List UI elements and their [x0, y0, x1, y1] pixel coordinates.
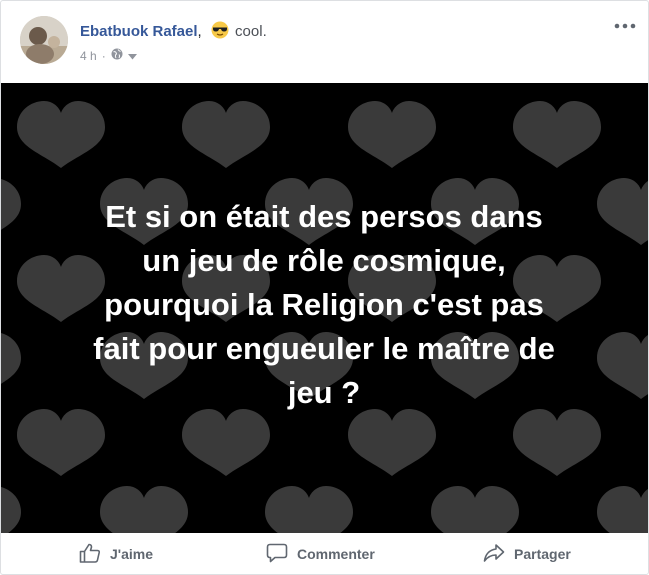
- author-name[interactable]: Ebatbuok Rafael: [80, 23, 198, 40]
- sunglasses-emoji-icon: [211, 21, 229, 39]
- feeling-text: cool.: [235, 23, 267, 40]
- comment-button[interactable]: Commenter: [266, 543, 375, 565]
- share-button[interactable]: Partager: [483, 543, 571, 565]
- share-arrow-icon: [483, 543, 505, 566]
- post-text: Et si on était des persos dans un jeu de…: [21, 195, 627, 415]
- thumbs-up-icon: [79, 543, 101, 566]
- post-meta: 4 h ·: [80, 48, 137, 63]
- meta-dot: ·: [101, 48, 106, 63]
- share-label: Partager: [514, 546, 571, 562]
- like-button[interactable]: J'aime: [79, 543, 153, 565]
- comment-bubble-icon: [266, 543, 288, 566]
- globe-icon[interactable]: [111, 48, 123, 63]
- action-bar: J'aime Commenter Partager: [1, 533, 648, 574]
- comment-label: Commenter: [297, 546, 375, 562]
- audience-dropdown-icon[interactable]: [127, 49, 137, 63]
- author-line: Ebatbuok Rafael, cool.: [80, 21, 267, 40]
- like-label: J'aime: [110, 546, 154, 562]
- post-header: Ebatbuok Rafael, cool. 4 h ·: [1, 1, 648, 83]
- post-text-line: pourquoi la Religion c'est pas: [104, 287, 544, 322]
- post-text-line: Et si on était des persos dans: [105, 199, 543, 234]
- post-card: Ebatbuok Rafael, cool. 4 h · Et si on ét…: [0, 0, 649, 575]
- avatar[interactable]: [20, 16, 68, 64]
- post-text-line: jeu ?: [287, 375, 361, 410]
- post-background: Et si on était des persos dans un jeu de…: [1, 83, 648, 533]
- post-timestamp[interactable]: 4 h: [80, 49, 97, 63]
- post-text-line: fait pour engueuler le maître de: [93, 331, 555, 366]
- author-separator: ,: [197, 23, 202, 40]
- more-options-icon[interactable]: [613, 19, 637, 31]
- post-text-line: un jeu de rôle cosmique,: [142, 243, 506, 278]
